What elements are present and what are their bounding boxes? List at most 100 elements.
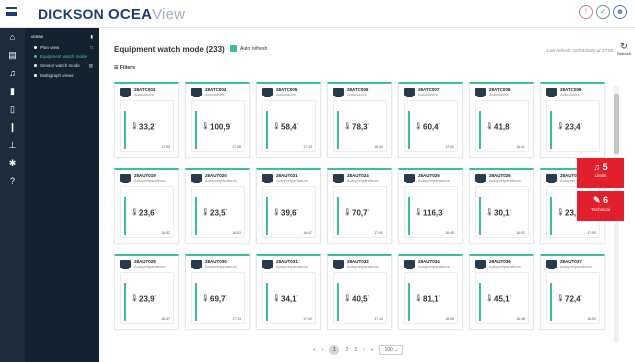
sensor-panel: 🌡︎ 116,3° 16:45	[404, 186, 458, 238]
equipment-card[interactable]: 28AUT036 Autoprélparateurs 🌡︎ 45,1° 16:46	[469, 254, 534, 330]
sidebar-item-multigraph[interactable]: Multigraph views	[25, 71, 99, 80]
status-bar	[479, 197, 481, 235]
thermometer-icon: 🌡︎	[343, 123, 352, 130]
checkbox-icon[interactable]	[230, 45, 237, 52]
technical-count: ✎ 6	[592, 195, 609, 205]
sensor-panel: 🌡︎ 23,5° 16:53	[191, 186, 245, 238]
sensor-panel: 🌡︎ 30,1° 16:52	[475, 186, 529, 238]
sidebar-item-plan-view[interactable]: Plan view □	[25, 43, 99, 52]
sensor-icon[interactable]: ▯	[0, 100, 25, 118]
filters-button[interactable]: ☰ Filters	[114, 65, 135, 71]
sensor-value: 69,7°	[210, 294, 228, 304]
logo-view: View	[152, 6, 186, 23]
chart-icon[interactable]: ⊥	[0, 136, 25, 154]
truck-icon	[475, 174, 486, 183]
equipment-type: Autoclaves	[489, 92, 509, 97]
truck-icon	[333, 174, 344, 183]
status-bar	[479, 283, 481, 321]
home-icon[interactable]: ⌂	[0, 28, 25, 46]
equipment-type: Autoprélparateurs	[134, 178, 166, 183]
sensor-value: 23,4°	[565, 122, 583, 132]
sensor-panel: 🌡︎ 33,2° 17:09	[120, 100, 174, 152]
sensor-panel: 🌡︎ 60,4° 17:00	[404, 100, 458, 152]
truck-icon	[546, 174, 557, 183]
help-icon[interactable]: ?	[0, 172, 25, 190]
scrollbar-thumb[interactable]	[614, 94, 619, 154]
sensor-value: 23,6°	[139, 208, 157, 218]
equipment-card[interactable]: 28AUT037 Autoprélparateurs 🌡︎ 72,4° 16:52	[540, 254, 605, 330]
equipment-card[interactable]: 28ATC007 Autoclaves 🌡︎ 60,4° 17:00	[398, 82, 463, 158]
notification-icon[interactable]: !	[579, 5, 593, 19]
equipment-card[interactable]: 28ATC006 Autoclaves 🌡︎ 78,3° 16:49	[327, 82, 392, 158]
sensor-value: 23,	[565, 208, 577, 218]
equipment-card[interactable]: 28ATC003 Autoclaves 🌡︎ 33,2° 17:09	[114, 82, 179, 158]
status-bar	[124, 197, 126, 235]
equipment-card[interactable]: 28ATC004 Autoclaves 🌡︎ 100,9° 17:08	[185, 82, 250, 158]
equipment-card[interactable]: 28ATC008 Autoclaves 🌡︎ 41,8° 16:41	[469, 82, 534, 158]
equipment-card[interactable]: 28AUT029 Autoprélparateurs 🌡︎ 23,9° 16:47	[114, 254, 179, 330]
document-icon[interactable]: ▮	[0, 82, 25, 100]
sensor-value: 58,4°	[281, 122, 299, 132]
thermometer-icon[interactable]: ❙	[0, 118, 25, 136]
truck-icon	[475, 88, 486, 97]
sensor-panel: 🌡︎ 72,4° 16:52	[546, 272, 600, 324]
sensor-panel: 🌡︎ 69,7° 17:13	[191, 272, 245, 324]
page-3-button[interactable]: 3	[354, 347, 357, 353]
prev-page-button[interactable]: ‹	[322, 347, 324, 353]
technical-alert-button[interactable]: ✎ 6 Technical	[577, 191, 624, 221]
last-page-button[interactable]: »	[371, 347, 374, 353]
dashboard-icon[interactable]: ▤	[0, 46, 25, 64]
first-page-button[interactable]: «	[313, 347, 316, 353]
equipment-card[interactable]: 28AUT026 Autoprélparateurs 🌡︎ 30,1° 16:52	[469, 168, 534, 244]
next-page-button[interactable]: ›	[363, 347, 365, 353]
equipment-card[interactable]: 28AUT019 Autoprélparateurs 🌡︎ 23,6° 16:52	[114, 168, 179, 244]
refresh-button[interactable]: ↻ Refresh	[617, 42, 631, 57]
sidebar-item-sensor-watch[interactable]: Sensor watch mode ▥	[25, 61, 99, 71]
user-avatar-icon[interactable]: ☻	[613, 5, 627, 19]
menu-title[interactable]: ocean ▮	[25, 28, 99, 43]
per-page-select[interactable]: 100 ⌄	[379, 345, 404, 355]
equipment-card[interactable]: 28AUT032 Autoprélparateurs 🌡︎ 40,5° 17:14	[327, 254, 392, 330]
equipment-type: Autoclaves	[205, 92, 225, 97]
equipment-card[interactable]: 28AUT030 Autoprélparateurs 🌡︎ 69,7° 17:13	[185, 254, 250, 330]
status-bar	[408, 111, 410, 149]
equipment-card[interactable]: 28AUT025 Autoprélparateurs 🌡︎ 116,3° 16:45	[398, 168, 463, 244]
equipment-card[interactable]: 28AUT020 Autoprélparateurs 🌡︎ 23,5° 16:53	[185, 168, 250, 244]
sensor-time: 16:52	[587, 317, 596, 321]
sensor-panel: 🌡︎ 70,7° 17:00	[333, 186, 387, 238]
page-1-button[interactable]: 1	[329, 345, 340, 355]
sidebar-menu: ocean ▮ Plan view □ Equipment watch mode S…	[25, 28, 99, 362]
icon-rail: ⌂ ▤ ♫ ▮ ▯ ❙ ⊥ ✱ ?	[0, 28, 25, 362]
sensor-time: 17:08	[232, 145, 241, 149]
status-icon[interactable]: ✓	[596, 5, 610, 19]
equipment-type: Autoprélparateurs	[347, 178, 379, 183]
sensor-panel: 🌡︎ 34,1° 17:00	[262, 272, 316, 324]
equipment-card[interactable]: 28AUT024 Autoprélparateurs 🌡︎ 70,7° 17:00	[327, 168, 392, 244]
equipment-card[interactable]: 28AUT021 Autoprélparateurs 🌡︎ 39,6° 16:47	[256, 168, 321, 244]
equipment-card[interactable]: 28ATC009 Autoclaves 🌡︎ 23,4°	[540, 82, 605, 158]
equipment-card[interactable]: 28AUT031 Autoprélparateurs 🌡︎ 34,1° 17:00	[256, 254, 321, 330]
status-bar	[550, 111, 552, 149]
truck-icon	[262, 260, 273, 269]
page-2-button[interactable]: 2	[345, 347, 348, 353]
sensor-panel: 🌡︎ 39,6° 16:47	[262, 186, 316, 238]
sensor-panel: 🌡︎ 100,9° 17:08	[191, 100, 245, 152]
settings-icon[interactable]: ✱	[0, 154, 25, 172]
auto-refresh-toggle[interactable]: Auto refresh	[230, 45, 267, 52]
pin-icon[interactable]: ▮	[91, 34, 93, 40]
thermometer-icon: 🌡︎	[130, 123, 139, 130]
status-bar	[266, 283, 268, 321]
limits-alert-button[interactable]: ♫ 5 Limits	[577, 158, 624, 188]
thermometer-icon: 🌡︎	[130, 295, 139, 302]
expand-icon[interactable]: ▥	[89, 63, 93, 69]
equipment-card[interactable]: 28ATC005 Autoclaves 🌡︎ 58,4° 17:13	[256, 82, 321, 158]
expand-icon[interactable]: □	[90, 45, 93, 50]
limits-count: ♫ 5	[593, 162, 608, 172]
truck-icon	[262, 88, 273, 97]
hamburger-menu-icon[interactable]	[6, 7, 17, 16]
alarm-icon[interactable]: ♫	[0, 64, 25, 82]
equipment-card[interactable]: 28AUT034 Autoprélparateurs 🌡︎ 81,1° 16:55	[398, 254, 463, 330]
sidebar-item-equipment-watch[interactable]: Equipment watch mode	[25, 52, 99, 61]
equipment-type: Autoprélparateurs	[205, 264, 237, 269]
equipment-type: Autoprélparateurs	[489, 178, 521, 183]
